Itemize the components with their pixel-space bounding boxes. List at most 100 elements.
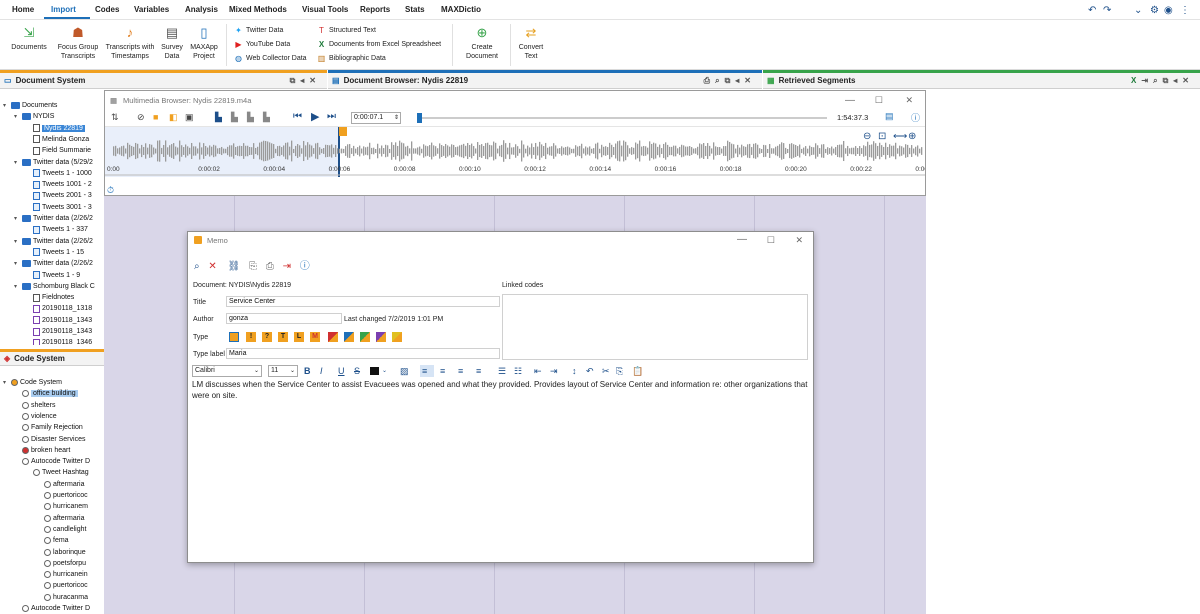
position-field[interactable]: 0:00:07.1 ⇕ <box>351 112 401 124</box>
outdent-icon[interactable]: ⇤ <box>534 365 542 377</box>
document-tree-item[interactable]: 20190118_1343 <box>25 326 92 337</box>
marker-icon[interactable]: ▙ <box>247 112 254 123</box>
survey-button[interactable]: ▤ Survey Data <box>158 22 186 61</box>
structured-text-button[interactable]: T Structured Text <box>317 26 376 35</box>
chevron-down-icon[interactable]: ▾ <box>14 238 20 245</box>
chevron-down-icon[interactable]: ⌄ <box>1134 5 1142 16</box>
font-size-select[interactable]: 11 ⌄ <box>268 365 298 377</box>
document-tree-item[interactable]: Nydis 22819 <box>25 123 85 134</box>
document-tree-item[interactable]: ▾ Schomburg Black C <box>14 281 95 292</box>
align-center-icon[interactable]: ≡ <box>440 365 445 377</box>
document-tree-item[interactable]: Tweets 1001 - 2 <box>25 179 92 190</box>
maximize-icon[interactable]: ☐ <box>767 235 775 246</box>
chevron-down-icon[interactable]: ▾ <box>3 379 9 386</box>
twitter-data-button[interactable]: ✦ Twitter Data <box>234 26 283 35</box>
minimize-icon[interactable]: — <box>737 234 747 245</box>
chevron-down-icon[interactable]: ⌄ <box>382 365 387 377</box>
author-field[interactable]: gonza <box>226 313 342 324</box>
marker-icon[interactable]: ▙ <box>215 112 222 123</box>
info-icon[interactable]: ⓘ <box>911 111 920 124</box>
link-icon[interactable]: ⛓ <box>228 261 241 272</box>
slider-thumb[interactable] <box>417 113 423 123</box>
undo-icon[interactable]: ↶ <box>1088 5 1096 16</box>
code-tree-item[interactable]: poetsforpu <box>36 558 86 569</box>
transcripts-button[interactable]: ♪ Transcripts with Timestamps <box>102 22 158 61</box>
document-tree-item[interactable]: Tweets 2001 - 3 <box>25 190 92 201</box>
zoom-fit-icon[interactable]: ⊡ <box>878 131 886 142</box>
document-tree-item[interactable]: ▾ Twitter data (2/26/2 <box>14 236 93 247</box>
document-tree-item[interactable]: ▾ Documents <box>3 100 57 111</box>
documents-button[interactable]: ⇲ Documents <box>8 22 50 52</box>
zoom-out-icon[interactable]: ⊖ <box>863 131 871 142</box>
memo-icon[interactable]: ■ <box>153 112 158 122</box>
indent-icon[interactable]: ⇥ <box>550 365 558 377</box>
title-field[interactable]: Service Center <box>226 296 500 307</box>
menu-reports[interactable]: Reports <box>360 5 390 14</box>
code-tree-item[interactable]: fema <box>36 535 69 546</box>
code-tree-item[interactable]: Autocode Twitter D <box>14 456 90 467</box>
undo-icon[interactable]: ↶ <box>586 365 594 377</box>
marker-icon[interactable]: ▙ <box>231 112 238 123</box>
export-icon[interactable]: ⇥ <box>1141 76 1148 85</box>
minimize-icon[interactable]: — <box>845 95 855 106</box>
bullet-list-icon[interactable]: ☰ <box>498 365 506 377</box>
document-tree-item[interactable]: ▾ NYDIS <box>14 111 54 122</box>
strikethrough-icon[interactable]: S <box>354 365 360 377</box>
document-tree-item[interactable]: Tweets 1 - 1000 <box>25 168 92 179</box>
close-icon[interactable]: ✕ <box>795 235 803 246</box>
document-tree-item[interactable]: Field Summarie <box>25 145 91 156</box>
code-tree-item[interactable]: puertoricoc <box>36 580 88 591</box>
search-icon[interactable]: ⌕ <box>715 76 719 86</box>
document-tree-item[interactable]: Tweets 1 - 9 <box>25 270 80 281</box>
menu-mixed-methods[interactable]: Mixed Methods <box>229 5 287 14</box>
excel-export-icon[interactable]: X <box>1131 76 1136 85</box>
document-tree-item[interactable]: Tweets 1 - 337 <box>25 224 88 235</box>
italic-icon[interactable]: I <box>320 365 323 377</box>
menu-variables[interactable]: Variables <box>134 5 169 14</box>
chevron-down-icon[interactable]: ▾ <box>14 260 20 267</box>
zoom-width-icon[interactable]: ⟷ <box>893 131 907 142</box>
memo-type-red-icon[interactable] <box>328 332 338 342</box>
align-right-icon[interactable]: ≡ <box>458 365 463 377</box>
export-icon[interactable]: ⇥ <box>283 261 291 272</box>
spinner-icon[interactable]: ⇕ <box>394 113 399 123</box>
memo-type-blue-icon[interactable] <box>344 332 354 342</box>
web-collector-button[interactable]: ◍ Web Collector Data <box>234 54 307 63</box>
document-tree-item[interactable]: Melinda Gonza <box>25 134 89 145</box>
document-tree-item[interactable]: ▾ Twitter data (2/26/2 <box>14 258 93 269</box>
code-tree-item[interactable]: aftermaria <box>36 513 85 524</box>
code-tree-item[interactable]: candlelight <box>36 524 86 535</box>
collapse-icon[interactable]: ◂ <box>300 76 304 85</box>
timeline-slider[interactable] <box>417 113 827 123</box>
close-icon[interactable]: ✕ <box>744 76 751 85</box>
line-spacing-icon[interactable]: ↕ <box>572 365 577 377</box>
memo-text-area[interactable]: LM discusses when the Service Center to … <box>192 379 810 559</box>
window-icon[interactable]: ⧉ <box>290 76 296 86</box>
settings-icon[interactable]: ⇅ <box>111 112 119 123</box>
code-tree-item[interactable]: Tweet Hashtag <box>25 467 89 478</box>
code-tree-item[interactable]: broken heart <box>14 445 70 456</box>
waveform-graphic[interactable]: 0:00 0:00:02 0:00:04 0:00:06 0:00:08 0:00:10 0… <box>105 127 937 183</box>
time-icon[interactable]: ⏱ <box>107 185 114 196</box>
play-icon[interactable]: ▶ <box>311 110 319 123</box>
code-tree-item[interactable]: puertoricoc <box>36 490 88 501</box>
memo-type-question-icon[interactable]: ? <box>262 332 272 342</box>
maxapp-button[interactable]: ▯ MAXApp Project <box>186 22 222 61</box>
numbered-list-icon[interactable]: ☷ <box>514 365 522 377</box>
snapshot-icon[interactable]: ▣ <box>185 112 194 123</box>
bibliographic-data-button[interactable]: ▥ Bibliographic Data <box>317 54 386 63</box>
playhead-marker[interactable] <box>339 127 347 136</box>
menu-import[interactable]: Import <box>51 5 76 14</box>
close-icon[interactable]: ✕ <box>1182 76 1189 85</box>
menu-stats[interactable]: Stats <box>405 5 425 14</box>
marker-icon[interactable]: ▙ <box>263 112 270 123</box>
skip-forward-icon[interactable]: ⏭ <box>327 111 336 122</box>
chevron-down-icon[interactable]: ▾ <box>14 159 20 166</box>
memo-add-icon[interactable]: ◧ <box>169 112 178 123</box>
delete-icon[interactable]: ✕ <box>208 261 216 272</box>
document-tree-item[interactable]: ▾ Twitter data (5/29/2 <box>14 157 93 168</box>
copy-icon[interactable]: ⎘ <box>616 365 623 377</box>
memo-type-yellow-icon[interactable] <box>392 332 402 342</box>
help-icon[interactable]: ◉ <box>1164 5 1173 16</box>
window-icon[interactable]: ⧉ <box>1163 76 1169 86</box>
